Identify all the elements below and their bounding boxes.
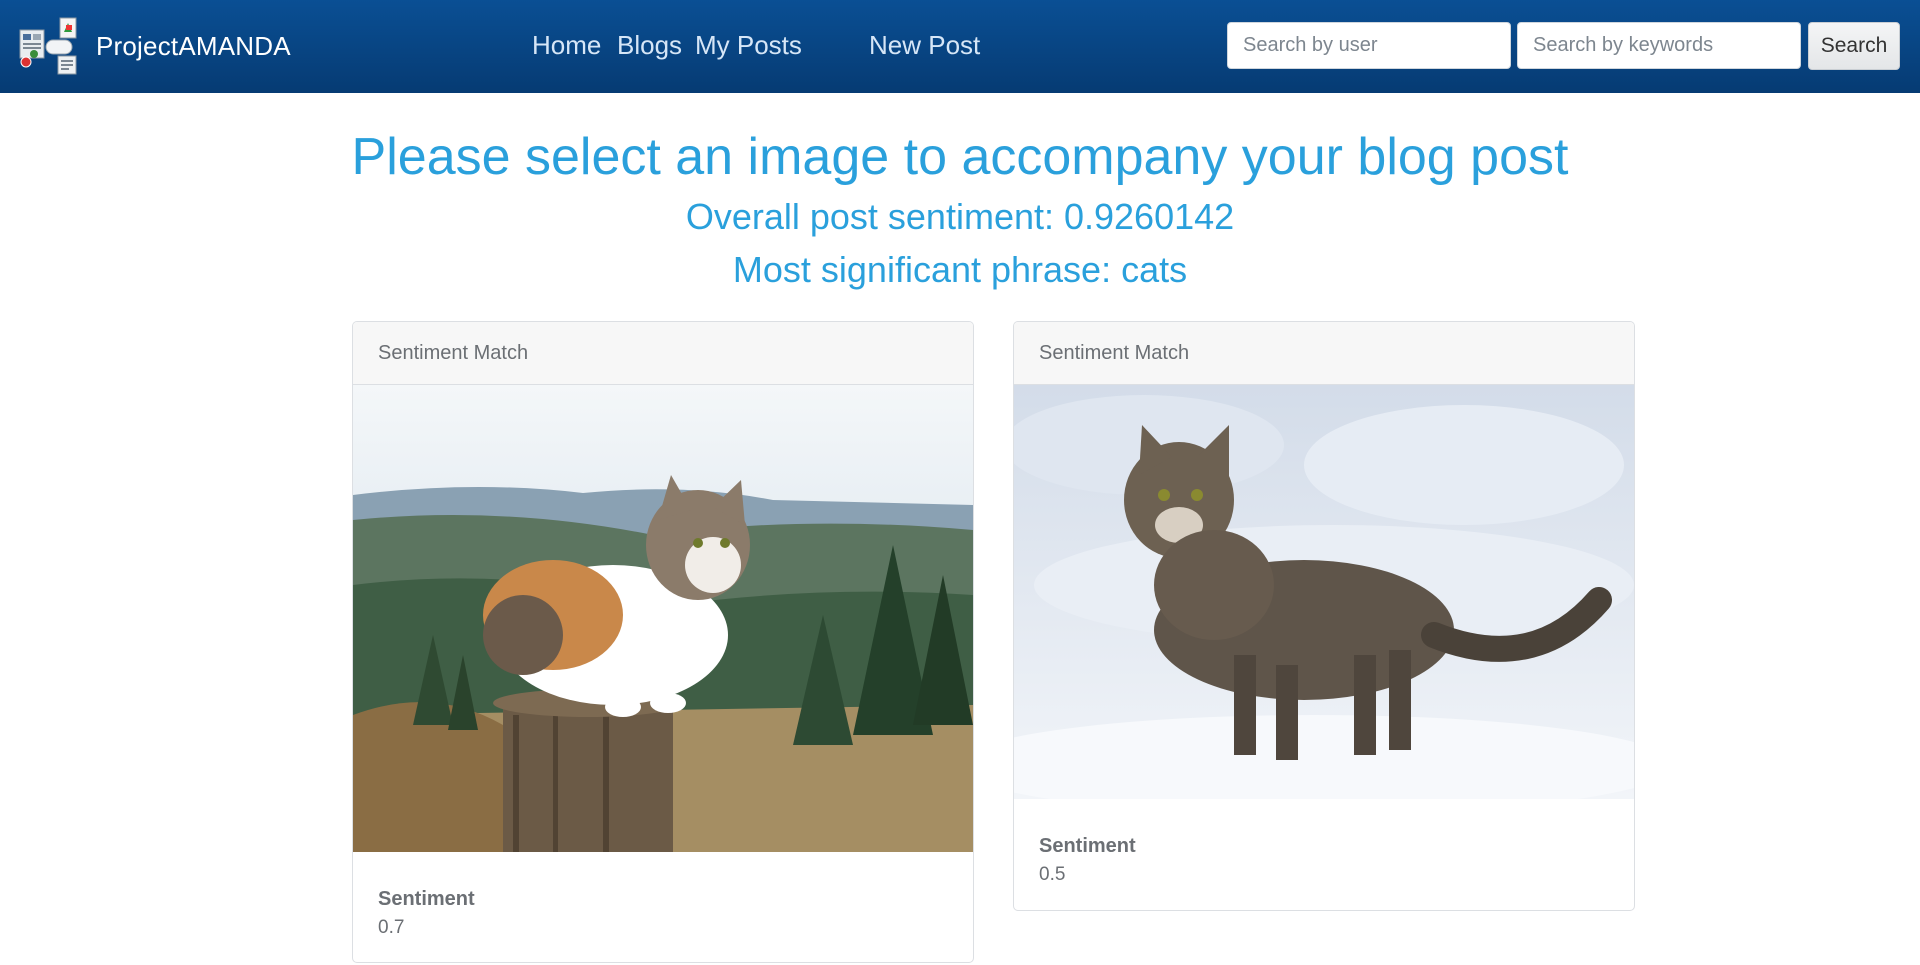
brand-logo-icon <box>18 16 82 76</box>
nav-link-my-posts[interactable]: My Posts <box>695 30 802 61</box>
nav-link-blogs[interactable]: Blogs <box>617 30 682 61</box>
navbar: ProjectAMANDA Home Blogs My Posts New Po… <box>0 0 1920 93</box>
nav-link-new-post[interactable]: New Post <box>869 30 980 61</box>
page-title: Please select an image to accompany your… <box>351 128 1569 186</box>
card-header: Sentiment Match <box>353 322 973 385</box>
search-button[interactable]: Search <box>1808 22 1900 70</box>
image-card-1[interactable]: Sentiment Match Sentiment 0.7 <box>352 321 974 963</box>
calico-cat-photo[interactable] <box>353 385 973 852</box>
brand-link[interactable]: ProjectAMANDA <box>18 16 291 76</box>
sentiment-label: Sentiment <box>378 888 475 910</box>
significant-phrase: Most significant phrase: cats <box>732 249 1188 290</box>
sentiment-label: Sentiment <box>1039 835 1136 857</box>
search-user-input[interactable] <box>1227 22 1511 69</box>
image-card-2[interactable]: Sentiment Match Sentiment 0.5 <box>1013 321 1635 911</box>
brand-name: ProjectAMANDA <box>96 30 291 61</box>
sentiment-value: 0.7 <box>378 917 405 938</box>
overall-sentiment: Overall post sentiment: 0.9260142 <box>685 196 1235 237</box>
card-header: Sentiment Match <box>1014 322 1634 385</box>
tabby-cat-photo[interactable] <box>1014 385 1634 799</box>
nav-link-home[interactable]: Home <box>532 30 601 61</box>
search-keywords-input[interactable] <box>1517 22 1801 69</box>
sentiment-value: 0.5 <box>1039 864 1066 885</box>
